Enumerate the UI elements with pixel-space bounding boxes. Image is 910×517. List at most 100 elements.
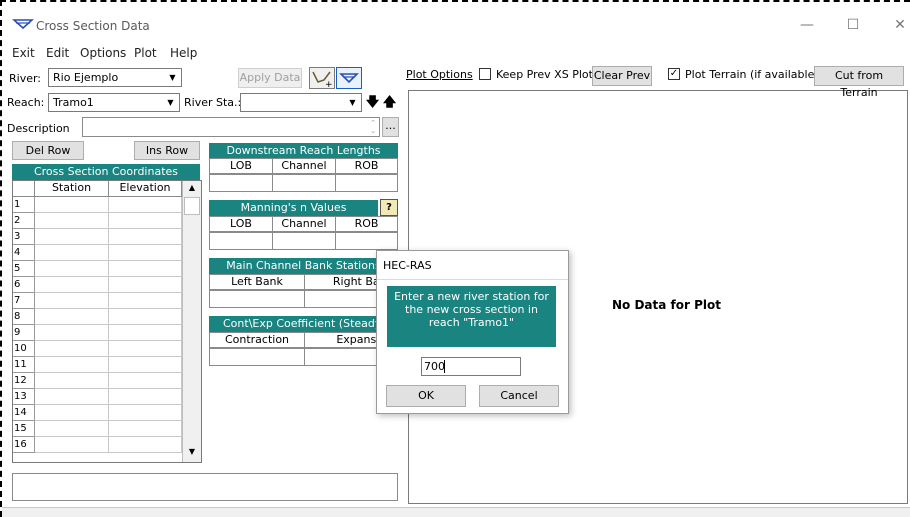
coords-scrollbar[interactable]: ▲ ▼ (182, 181, 201, 462)
elevation-cell[interactable] (109, 325, 182, 341)
station-cell[interactable] (35, 373, 109, 389)
description-input[interactable]: ⌃ ⌄ (82, 117, 380, 137)
row-number: 13 (13, 389, 35, 405)
coords-row: 10 (13, 341, 183, 357)
station-cell[interactable] (35, 341, 109, 357)
station-cell[interactable] (35, 437, 109, 453)
elevation-cell[interactable] (109, 197, 182, 213)
text-cursor (444, 360, 445, 373)
downstream-rob-input[interactable] (335, 174, 398, 192)
minimize-button[interactable]: — (792, 17, 822, 33)
elevation-cell[interactable] (109, 373, 182, 389)
coords-row: 4 (13, 245, 183, 261)
hec-ras-dialog: HEC-RAS Enter a new river station for th… (376, 250, 569, 414)
help-icon[interactable]: ? (380, 199, 398, 216)
del-row-button[interactable]: Del Row (12, 141, 84, 160)
river-station-input[interactable]: 700 (421, 357, 521, 376)
scroll-down-icon[interactable]: ▼ (185, 447, 199, 459)
clear-prev-button[interactable]: Clear Prev (592, 66, 652, 86)
ins-row-button[interactable]: Ins Row (134, 141, 200, 160)
water-surface-icon[interactable] (336, 67, 362, 89)
mannings-lob-input[interactable] (209, 232, 273, 250)
station-cell[interactable] (35, 325, 109, 341)
no-data-label: No Data for Plot (612, 298, 721, 312)
arrow-down-icon[interactable]: 🡇 (365, 93, 380, 112)
arrow-up-icon[interactable]: 🡅 (382, 93, 397, 112)
station-cell[interactable] (35, 293, 109, 309)
add-point-tool-icon[interactable]: + (309, 67, 335, 90)
close-button[interactable]: ✕ (885, 17, 910, 33)
elevation-cell[interactable] (109, 389, 182, 405)
coords-row: 6 (13, 277, 183, 293)
cut-from-terrain-button[interactable]: Cut from Terrain (814, 66, 904, 99)
maximize-button[interactable]: ☐ (838, 17, 868, 33)
app-logo-icon (11, 17, 35, 31)
station-cell[interactable] (35, 277, 109, 293)
station-cell[interactable] (35, 229, 109, 245)
coords-row: 1 (13, 197, 183, 213)
elevation-cell[interactable] (109, 421, 182, 437)
mannings-rob-input[interactable] (335, 232, 398, 250)
left-bank-input[interactable] (209, 290, 305, 308)
station-cell[interactable] (35, 245, 109, 261)
description-label: Description (7, 122, 70, 135)
elevation-cell[interactable] (109, 309, 182, 325)
keep-prev-checkbox[interactable] (479, 68, 491, 80)
downstream-channel-input[interactable] (272, 174, 336, 192)
menu-exit[interactable]: Exit (12, 46, 35, 60)
coords-row: 14 (13, 405, 183, 421)
menu-help[interactable]: Help (170, 46, 197, 60)
coords-title: Cross Section Coordinates (12, 164, 200, 180)
dialog-cancel-button[interactable]: Cancel (479, 385, 559, 407)
status-bar (2, 507, 910, 517)
elevation-cell[interactable] (109, 229, 182, 245)
row-number: 6 (13, 277, 35, 293)
station-cell[interactable] (35, 213, 109, 229)
description-ellipsis-button[interactable]: ... (382, 117, 399, 137)
coords-row: 7 (13, 293, 183, 309)
coords-grid[interactable]: Station Elevation 1 2 3 4 5 6 7 8 9 10 11 12 13 14 15 1… (12, 180, 202, 463)
elevation-cell[interactable] (109, 277, 182, 293)
station-cell[interactable] (35, 389, 109, 405)
river-sta-select[interactable]: ▼ (240, 93, 362, 112)
station-cell[interactable] (35, 405, 109, 421)
coefficients-title: Cont\Exp Coefficient (Steady (209, 316, 398, 332)
elevation-cell[interactable] (109, 293, 182, 309)
station-cell[interactable] (35, 421, 109, 437)
scroll-thumb[interactable] (184, 197, 200, 215)
menu-plot[interactable]: Plot (134, 46, 157, 60)
coords-col-elevation: Elevation (109, 181, 182, 197)
dialog-ok-button[interactable]: OK (386, 385, 466, 407)
elevation-cell[interactable] (109, 341, 182, 357)
menu-options[interactable]: Options (80, 46, 126, 60)
plot-options-link[interactable]: Plot Options (406, 68, 473, 81)
downstream-title: Downstream Reach Lengths (209, 143, 398, 158)
contraction-input[interactable] (209, 348, 305, 366)
row-number: 12 (13, 373, 35, 389)
elevation-cell[interactable] (109, 405, 182, 421)
mannings-col-lob: LOB (209, 216, 273, 232)
reach-select[interactable]: Tramo1 ▼ (48, 93, 180, 112)
elevation-cell[interactable] (109, 437, 182, 453)
mannings-channel-input[interactable] (272, 232, 336, 250)
apply-data-button[interactable]: Apply Data (238, 68, 302, 88)
plot-terrain-checkbox[interactable]: ✓ (668, 68, 680, 80)
elevation-cell[interactable] (109, 245, 182, 261)
station-cell[interactable] (35, 357, 109, 373)
menu-edit[interactable]: Edit (46, 46, 69, 60)
elevation-cell[interactable] (109, 261, 182, 277)
row-number: 3 (13, 229, 35, 245)
downstream-lob-input[interactable] (209, 174, 273, 192)
downstream-col-channel: Channel (272, 158, 336, 174)
river-select[interactable]: Rio Ejemplo ▼ (48, 68, 182, 87)
elevation-cell[interactable] (109, 213, 182, 229)
spin-arrows-icon: ⌃ ⌄ (370, 119, 376, 135)
station-cell[interactable] (35, 197, 109, 213)
scroll-up-icon[interactable]: ▲ (185, 183, 199, 195)
coords-row: 16 (13, 437, 183, 453)
station-cell[interactable] (35, 309, 109, 325)
station-cell[interactable] (35, 261, 109, 277)
mannings-col-rob: ROB (335, 216, 398, 232)
row-number: 14 (13, 405, 35, 421)
elevation-cell[interactable] (109, 357, 182, 373)
